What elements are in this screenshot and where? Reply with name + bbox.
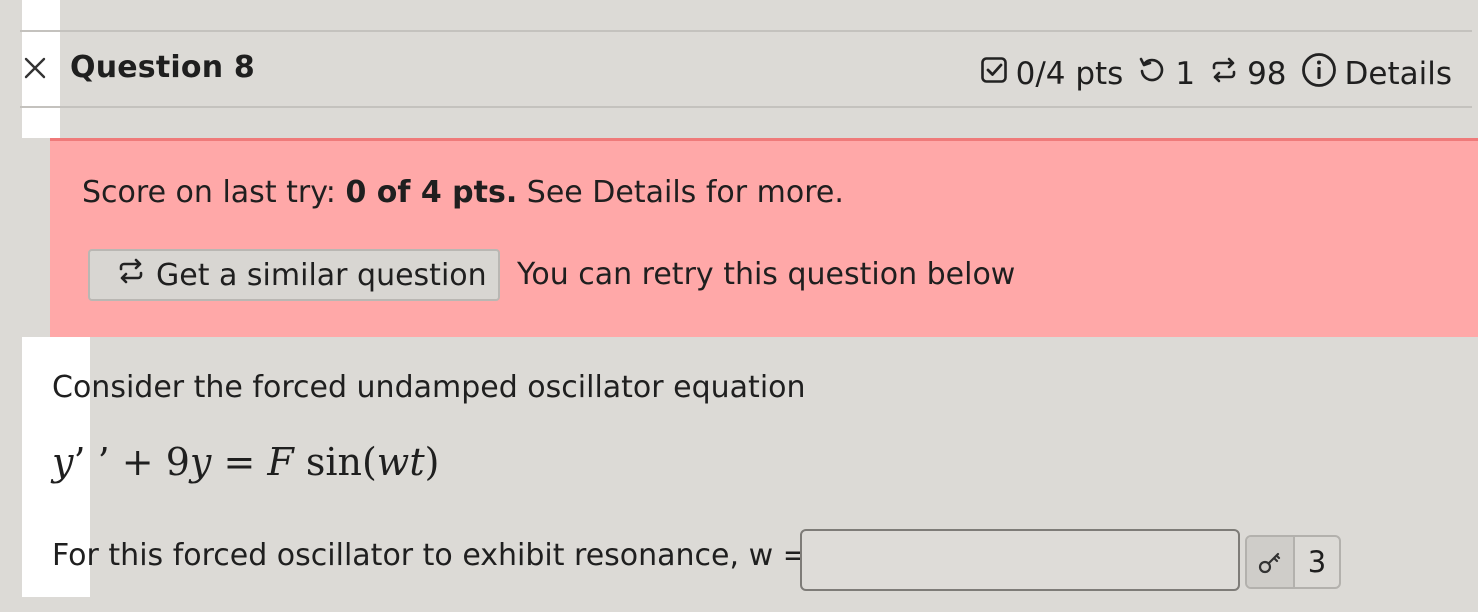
close-icon[interactable]: [24, 57, 46, 79]
repeat-icon: [116, 256, 146, 294]
question-header: Question 8 0/4 pts 1 98 Details: [20, 40, 1452, 102]
remaining-count: 98: [1247, 56, 1287, 92]
question-prompt: Consider the forced undamped oscillator …: [52, 370, 806, 405]
eq-wt: wt: [376, 440, 425, 484]
details-button[interactable]: Details: [1301, 52, 1452, 96]
question-stats: 0/4 pts 1 98 Details: [966, 52, 1452, 96]
eq-plus: + 9: [109, 440, 190, 484]
similar-question-label: Get a similar question: [156, 257, 487, 293]
remaining-stat: 98: [1209, 55, 1287, 93]
key-icon[interactable]: [1247, 537, 1295, 587]
similar-question-button[interactable]: Get a similar question: [88, 249, 500, 301]
score-alert: Score on last try: 0 of 4 pts. See Detai…: [50, 138, 1478, 337]
retry-message: You can retry this question below: [517, 257, 1016, 292]
eq-F: F: [267, 440, 294, 484]
score-value: 0 of 4 pts.: [345, 175, 518, 210]
score-line: Score on last try: 0 of 4 pts. See Detai…: [82, 175, 844, 210]
score-suffix: See Details for more.: [526, 175, 844, 210]
divider-top: [20, 30, 1472, 32]
eq-y2: y: [189, 440, 212, 484]
resonance-prompt: For this forced oscillator to exhibit re…: [52, 538, 808, 573]
points-stat: 0/4 pts: [980, 56, 1124, 92]
key-count: 3: [1307, 545, 1327, 579]
points-label: 0/4 pts: [1015, 56, 1124, 92]
answer-input[interactable]: [800, 529, 1240, 591]
question-title: Question 8: [70, 50, 255, 85]
attempts-count: 1: [1175, 56, 1196, 92]
key-hint-group: 3: [1245, 535, 1341, 589]
attempts-stat: 1: [1137, 55, 1195, 93]
eq-primes: ’ ’: [73, 440, 110, 484]
score-prefix: Score on last try:: [82, 175, 336, 210]
checkbox-icon: [980, 56, 1008, 92]
divider-header: [20, 106, 1472, 108]
eq-equals: =: [211, 440, 268, 484]
repeat-icon: [1209, 55, 1239, 93]
info-icon: [1301, 52, 1337, 96]
eq-y: y: [52, 440, 74, 484]
details-label: Details: [1344, 56, 1452, 92]
eq-close: ): [424, 440, 440, 484]
retry-icon: [1137, 55, 1167, 93]
equation: y’ ’ + 9y = F sin(wt): [52, 440, 439, 484]
eq-sin: sin(: [293, 440, 377, 484]
